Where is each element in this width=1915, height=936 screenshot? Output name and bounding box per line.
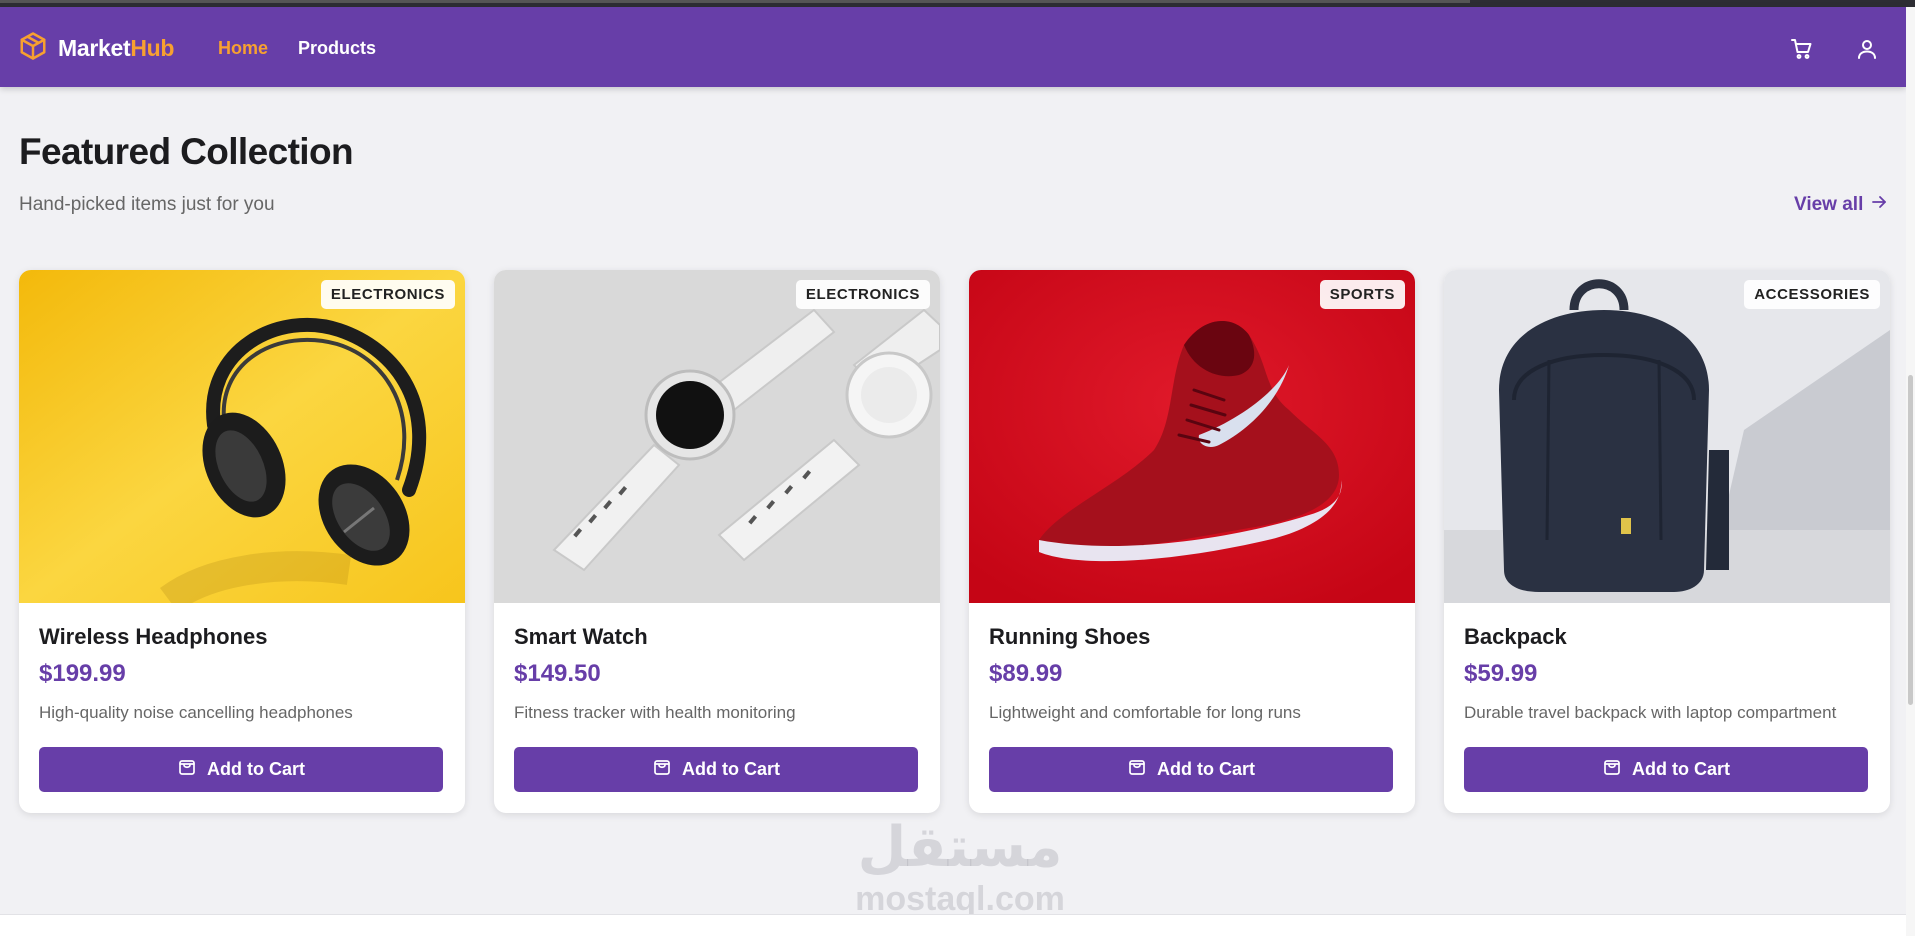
shopping-bag-icon (1602, 757, 1622, 782)
user-icon[interactable] (1855, 37, 1879, 61)
navbar: MarketHub Home Products (0, 7, 1906, 87)
product-name[interactable]: Smart Watch (514, 624, 648, 650)
product-name[interactable]: Running Shoes (989, 624, 1150, 650)
section-title: Featured Collection (19, 131, 354, 172)
add-to-cart-button[interactable]: Add to Cart (39, 747, 443, 792)
product-description: Lightweight and comfortable for long run… (989, 703, 1301, 722)
view-all-link[interactable]: View all (1794, 194, 1887, 216)
section-subtitle: Hand-picked items just for you (19, 194, 275, 215)
product-card[interactable]: ELECTRONICS Wireless Headphones $199.99 … (19, 270, 465, 813)
add-to-cart-button[interactable]: Add to Cart (1464, 747, 1868, 792)
product-card[interactable]: ACCESSORIES Backpack $59.99 Durable trav… (1444, 270, 1890, 813)
add-to-cart-label: Add to Cart (207, 759, 305, 779)
add-to-cart-button[interactable]: Add to Cart (514, 747, 918, 792)
shopping-bag-icon (177, 757, 197, 782)
product-image-running-shoes[interactable]: SPORTS (969, 270, 1415, 603)
product-name[interactable]: Backpack (1464, 624, 1567, 650)
product-description: Fitness tracker with health monitoring (514, 703, 796, 722)
product-price: $59.99 (1464, 660, 1538, 687)
product-price: $149.50 (514, 660, 601, 687)
product-card[interactable]: ELECTRONICS Smart Watch $149.50 Fitness … (494, 270, 940, 813)
category-badge: ELECTRONICS (795, 280, 930, 309)
loading-progress-bar (0, 0, 1470, 3)
nav-link-home[interactable]: Home (218, 38, 268, 59)
product-price: $199.99 (39, 660, 126, 687)
shopping-bag-icon (1127, 757, 1147, 782)
scrollbar-thumb[interactable] (1908, 375, 1913, 705)
brand-name: MarketHub (58, 35, 174, 62)
category-badge: ACCESSORIES (1744, 280, 1880, 309)
product-name[interactable]: Wireless Headphones (39, 624, 267, 650)
arrow-right-icon (1871, 194, 1887, 216)
nav-link-products[interactable]: Products (298, 38, 376, 59)
view-all-label: View all (1794, 194, 1864, 215)
nav-links: Home Products (218, 38, 376, 59)
add-to-cart-label: Add to Cart (682, 759, 780, 779)
brand-name-part1: Market (58, 35, 131, 61)
product-card[interactable]: SPORTS Running Shoes $89.99 Lightweight … (969, 270, 1415, 813)
cart-icon[interactable] (1790, 37, 1814, 61)
add-to-cart-button[interactable]: Add to Cart (989, 747, 1393, 792)
watermark-logo: مستقل (857, 815, 1063, 880)
product-price: $89.99 (989, 660, 1063, 687)
add-to-cart-label: Add to Cart (1632, 759, 1730, 779)
box-icon (18, 31, 48, 66)
category-badge: ELECTRONICS (320, 280, 455, 309)
add-to-cart-label: Add to Cart (1157, 759, 1255, 779)
brand-name-part2: Hub (130, 35, 175, 61)
footer (0, 915, 1906, 936)
shopping-bag-icon (652, 757, 672, 782)
category-badge: SPORTS (1319, 280, 1405, 309)
product-image-backpack[interactable]: ACCESSORIES (1444, 270, 1890, 603)
brand-logo[interactable]: MarketHub (18, 31, 174, 66)
product-image-smart-watch[interactable]: ELECTRONICS (494, 270, 940, 603)
product-description: Durable travel backpack with laptop comp… (1464, 703, 1837, 722)
product-image-headphones[interactable]: ELECTRONICS (19, 270, 465, 603)
watermark: مستقل mostaql.com (840, 820, 1080, 919)
product-description: High-quality noise cancelling headphones (39, 703, 353, 722)
